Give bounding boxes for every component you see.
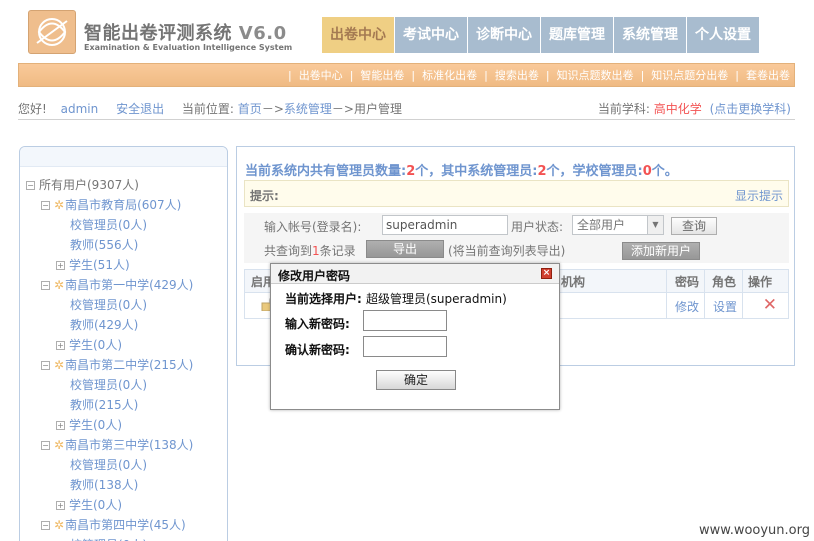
ok-button[interactable]: 确定 bbox=[376, 370, 456, 390]
dialog-titlebar: 修改用户密码 × bbox=[271, 264, 559, 284]
watermark: www.wooyun.org bbox=[698, 523, 810, 538]
close-icon[interactable]: × bbox=[541, 268, 552, 279]
current-user-value: 超级管理员(superadmin) bbox=[366, 292, 507, 306]
current-user-label: 当前选择用户: bbox=[285, 292, 362, 306]
new-password-label: 输入新密码: bbox=[285, 317, 350, 331]
change-password-dialog: 修改用户密码 × 当前选择用户: 超级管理员(superadmin) 输入新密码… bbox=[270, 263, 560, 410]
confirm-password-input[interactable] bbox=[363, 336, 447, 357]
confirm-password-label: 确认新密码: bbox=[285, 343, 350, 357]
dialog-title: 修改用户密码 bbox=[278, 269, 351, 283]
new-password-input[interactable] bbox=[363, 310, 447, 331]
current-user-row: 当前选择用户: 超级管理员(superadmin) bbox=[285, 290, 507, 307]
